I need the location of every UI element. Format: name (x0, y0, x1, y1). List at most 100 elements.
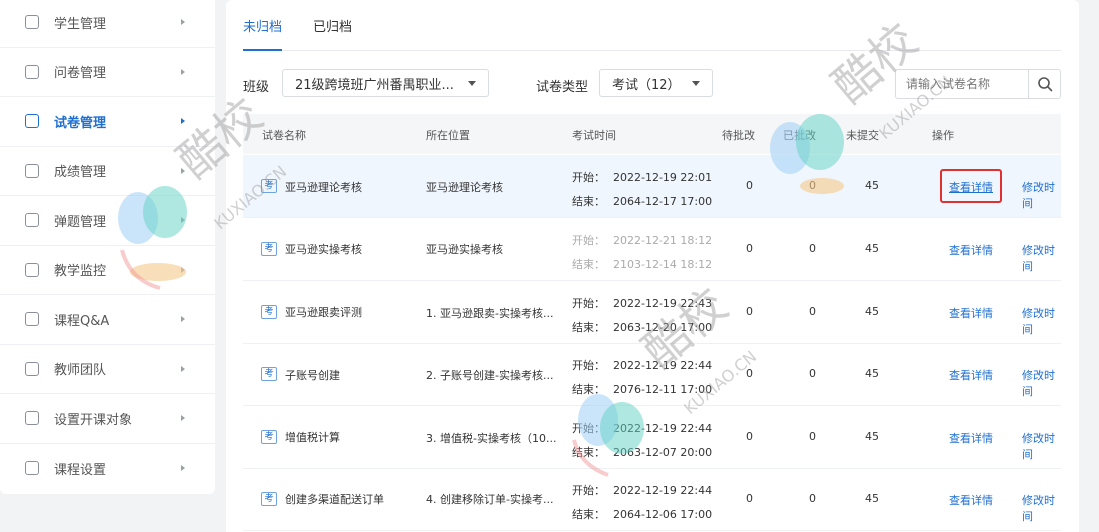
target-icon (25, 411, 39, 426)
sidebar-item-label: 课程设置 (54, 462, 107, 478)
exam-name: 子账号创建 (285, 369, 340, 382)
exam-paper-icon (25, 114, 39, 129)
header-pending: 待批改 (722, 129, 755, 142)
exam-badge: 考 (261, 367, 277, 381)
sidebar-item-course-settings[interactable]: 课程设置 (0, 444, 215, 494)
start-prefix: 开始： (572, 297, 605, 310)
sidebar: 学生管理 问卷管理 试卷管理 成绩管理 弹题管理 教学监控 课程Q&A 教师团队 (0, 0, 215, 494)
graded-count: 0 (809, 367, 816, 380)
sidebar-item-popup-questions[interactable]: 弹题管理 (0, 196, 215, 246)
start-value: 2022-12-19 22:44 (613, 359, 713, 372)
tab-unarchived[interactable]: 未归档 (243, 16, 283, 51)
sidebar-item-label: 问卷管理 (54, 66, 107, 82)
exam-location: 1. 亚马逊跟卖-实操考核... (426, 307, 554, 320)
table-row: 考 亚马逊实操考核 亚马逊实操考核 开始： 2022-12-21 18:12 结束… (243, 218, 1061, 281)
chevron-right-icon (181, 465, 185, 472)
sidebar-item-label: 弹题管理 (54, 214, 107, 230)
pending-count: 0 (746, 367, 753, 380)
exam-name: 创建多渠道配送订单 (285, 493, 384, 506)
view-details-link[interactable]: 查看详情 (949, 492, 993, 508)
end-time: 结束： 2064-12-06 17:00 (572, 506, 712, 522)
start-time: 开始： 2022-12-19 22:44 (572, 482, 712, 498)
start-value: 2022-12-19 22:43 (613, 297, 713, 310)
start-time: 开始： 2022-12-19 22:44 (572, 357, 712, 373)
edit-time-link[interactable]: 修改时间 (1022, 305, 1061, 337)
view-details-link[interactable]: 查看详情 (949, 305, 993, 321)
class-filter-label: 班级 (243, 80, 270, 95)
class-select[interactable]: 21级跨境班广州番禺职业... (282, 69, 489, 97)
main-panel: 未归档 已归档 班级 21级跨境班广州番禺职业... 试卷类型 考试（12） 试… (226, 0, 1079, 532)
chevron-right-icon (181, 217, 185, 224)
start-prefix: 开始： (572, 171, 605, 184)
search-button[interactable] (1028, 70, 1060, 98)
exam-name: 亚马逊实操考核 (285, 243, 362, 256)
chevron-right-icon (181, 68, 185, 75)
pending-count: 0 (746, 242, 753, 255)
exam-name: 亚马逊跟卖评测 (285, 306, 362, 319)
table-row: 考 子账号创建 2. 子账号创建-实操考核... 开始： 2022-12-19 2… (243, 343, 1061, 406)
end-value: 2063-12-07 20:00 (613, 446, 713, 459)
settings-icon (25, 461, 39, 476)
start-prefix: 开始： (572, 234, 605, 247)
end-time: 结束： 2064-12-17 17:00 (572, 193, 712, 209)
sidebar-item-exam-papers[interactable]: 试卷管理 (0, 97, 215, 147)
edit-time-link[interactable]: 修改时间 (1022, 430, 1061, 462)
monitor-icon (25, 262, 39, 277)
sidebar-item-team[interactable]: 教师团队 (0, 345, 215, 394)
unsubmitted-count: 45 (865, 305, 879, 318)
chevron-right-icon (181, 19, 185, 26)
pending-count: 0 (746, 492, 753, 505)
class-select-value: 21级跨境班广州番禺职业... (295, 77, 454, 93)
edit-time-link[interactable]: 修改时间 (1022, 367, 1061, 399)
pending-count: 0 (746, 430, 753, 443)
unsubmitted-count: 45 (865, 179, 879, 192)
header-unsubmitted: 未提交 (846, 129, 879, 142)
caret-down-icon (468, 81, 476, 86)
edit-time-link[interactable]: 修改时间 (1022, 179, 1061, 211)
exam-badge: 考 (261, 242, 277, 256)
view-details-link[interactable]: 查看详情 (949, 430, 993, 446)
search-input[interactable] (896, 77, 1024, 91)
unsubmitted-count: 45 (865, 367, 879, 380)
start-prefix: 开始： (572, 359, 605, 372)
start-time: 开始： 2022-12-19 22:43 (572, 295, 712, 311)
sidebar-item-questionnaire[interactable]: 问卷管理 (0, 48, 215, 97)
team-icon (25, 361, 39, 376)
sidebar-item-label: 教学监控 (54, 264, 107, 280)
table-row: 考 创建多渠道配送订单 4. 创建移除订单-实操考... 开始： 2022-12-… (243, 468, 1061, 531)
exam-name: 增值税计算 (285, 431, 340, 444)
exam-name: 亚马逊理论考核 (285, 181, 362, 194)
sidebar-item-course-target[interactable]: 设置开课对象 (0, 394, 215, 444)
exam-badge: 考 (261, 179, 277, 193)
edit-time-link[interactable]: 修改时间 (1022, 242, 1061, 274)
graded-count: 0 (809, 242, 816, 255)
sidebar-item-qa[interactable]: 课程Q&A (0, 295, 215, 345)
end-prefix: 结束： (572, 508, 605, 521)
popup-question-icon (25, 213, 39, 228)
type-select[interactable]: 考试（12） (599, 69, 713, 97)
tab-archived[interactable]: 已归档 (313, 16, 352, 51)
sidebar-item-grades[interactable]: 成绩管理 (0, 147, 215, 196)
start-prefix: 开始： (572, 484, 605, 497)
start-time: 开始： 2022-12-21 18:12 (572, 232, 712, 248)
end-value: 2064-12-17 17:00 (613, 195, 713, 208)
end-prefix: 结束： (572, 195, 605, 208)
grades-icon (25, 163, 39, 178)
search-box (895, 69, 1061, 99)
sidebar-item-label: 学生管理 (54, 16, 107, 32)
table-row: 考 亚马逊理论考核 亚马逊理论考核 开始： 2022-12-19 22:01 结束… (243, 155, 1061, 218)
edit-time-link[interactable]: 修改时间 (1022, 492, 1061, 524)
sidebar-item-students[interactable]: 学生管理 (0, 0, 215, 48)
header-graded: 已批改 (783, 129, 816, 142)
chevron-right-icon (181, 365, 185, 372)
exam-location: 4. 创建移除订单-实操考... (426, 493, 554, 506)
view-details-link[interactable]: 查看详情 (949, 367, 993, 383)
pending-count: 0 (746, 305, 753, 318)
highlight-box (940, 169, 1002, 203)
sidebar-item-monitor[interactable]: 教学监控 (0, 246, 215, 295)
table-row: 考 增值税计算 3. 增值税-实操考核（10... 开始： 2022-12-19 … (243, 406, 1061, 469)
chevron-right-icon (181, 118, 185, 125)
view-details-link[interactable]: 查看详情 (949, 242, 993, 258)
questionnaire-icon (25, 64, 39, 79)
chevron-right-icon (181, 266, 185, 273)
